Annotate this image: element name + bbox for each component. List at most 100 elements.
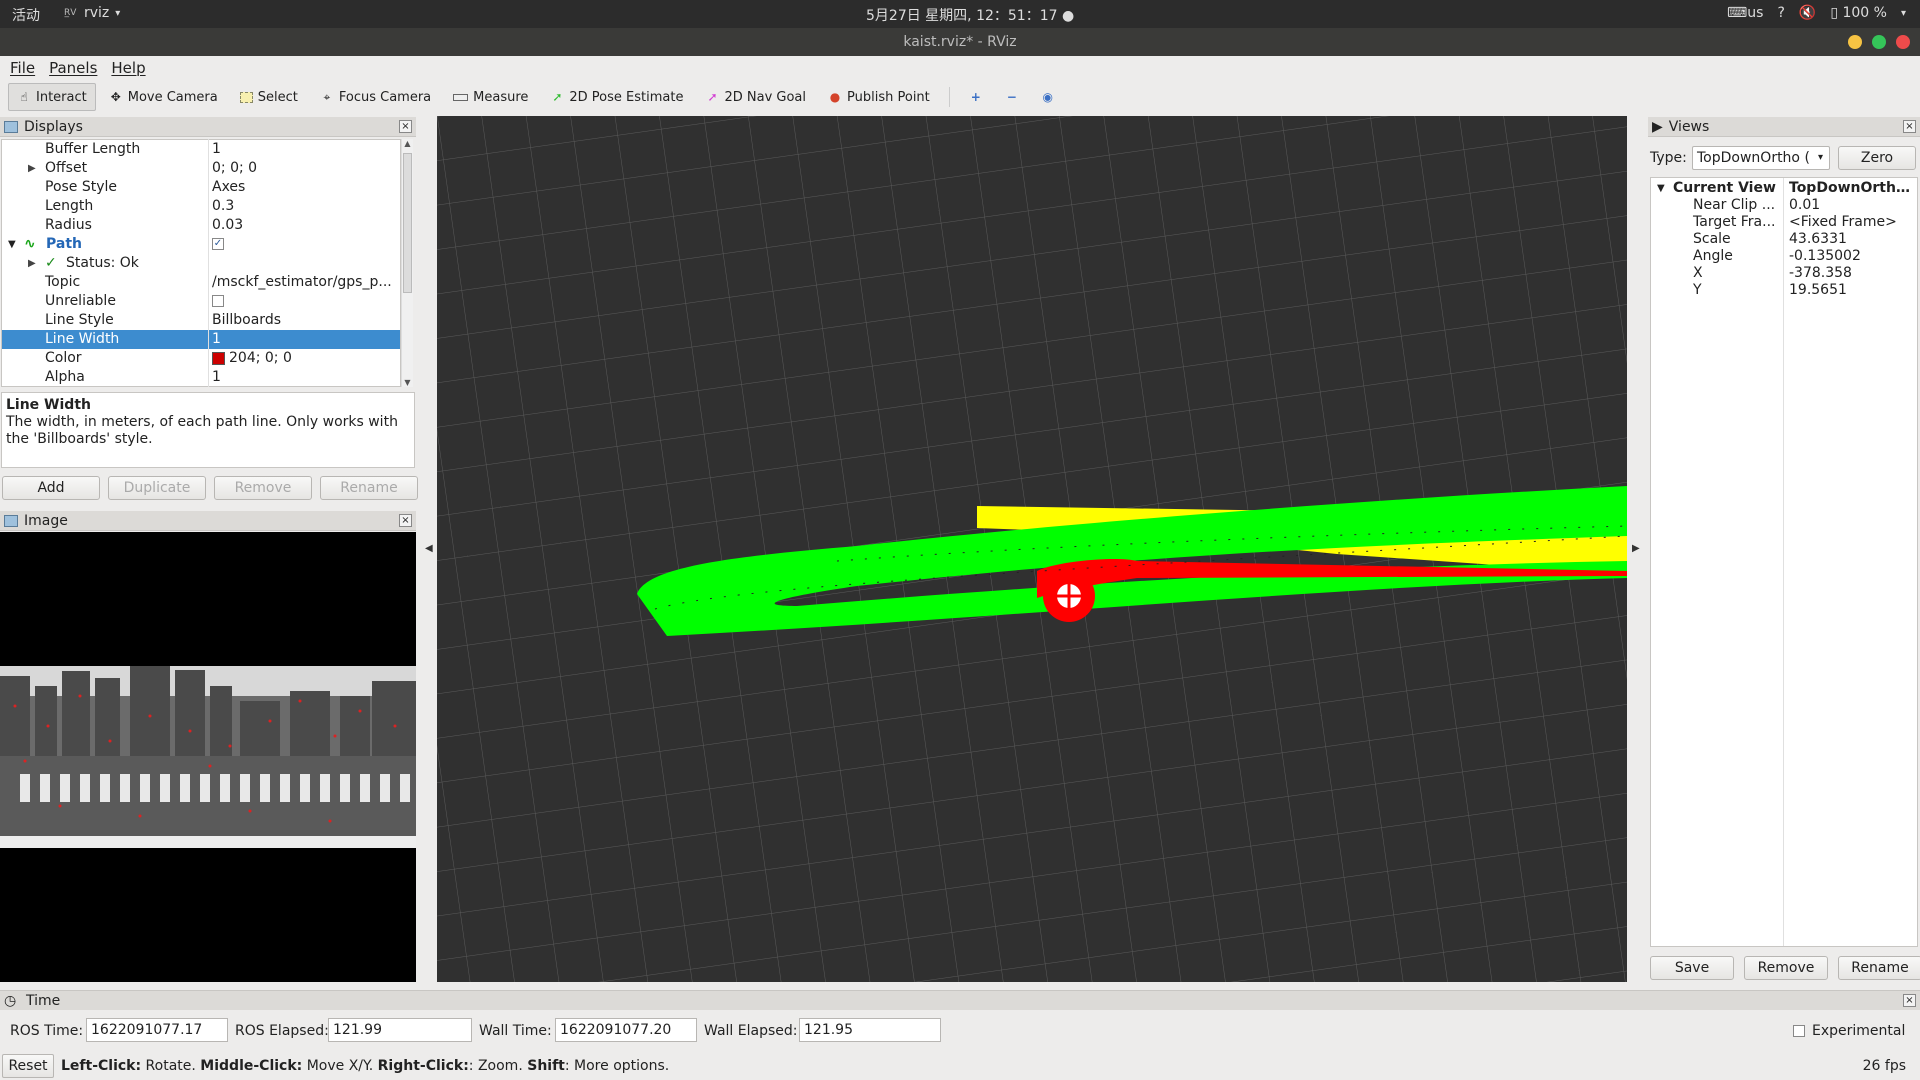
path-display-row[interactable]: ▼ ∿ Path ✓ — [2, 235, 400, 254]
ros-elapsed-field[interactable]: 121.99 — [328, 1018, 472, 1042]
checkbox-unchecked[interactable] — [212, 295, 224, 307]
property-value[interactable]: 1 — [212, 330, 392, 349]
menu-help[interactable]: Help — [111, 59, 145, 77]
reset-button[interactable]: Reset — [2, 1054, 54, 1078]
close-icon[interactable]: × — [399, 514, 412, 527]
property-row[interactable]: Topic/msckf_estimator/gps_p... — [2, 273, 400, 292]
3d-render-view[interactable] — [437, 116, 1627, 982]
view-value[interactable]: -0.135002 — [1789, 248, 1917, 265]
remove-tool-button[interactable]: − — [996, 83, 1028, 111]
move-camera-tool[interactable]: ✥ Move Camera — [100, 83, 227, 111]
view-row[interactable]: Scale 43.6331 — [1651, 231, 1919, 248]
view-value[interactable]: 43.6331 — [1789, 231, 1917, 248]
property-row[interactable]: Pose Style Axes — [2, 178, 400, 197]
publish-point-tool[interactable]: ● Publish Point — [819, 83, 939, 111]
app-menu[interactable]: R̲V rviz ▾ — [64, 5, 120, 21]
system-tray[interactable]: ⌨us ? 🔇 ▯ 100 % ▾ — [1727, 5, 1906, 21]
collapse-arrow-icon[interactable]: ▼ — [1657, 180, 1665, 197]
view-value[interactable]: 19.5651 — [1789, 282, 1917, 299]
activities-button[interactable]: 活动 — [12, 5, 40, 25]
menu-file[interactable]: File — [10, 59, 35, 77]
close-icon[interactable]: × — [1903, 994, 1916, 1007]
color-value[interactable]: 204; 0; 0 — [212, 349, 392, 368]
system-menu-chevron-icon[interactable]: ▾ — [1901, 8, 1906, 19]
remove-display-button[interactable]: Remove — [214, 476, 312, 500]
volume-muted-icon[interactable]: 🔇 — [1799, 5, 1816, 21]
minimize-button[interactable] — [1848, 35, 1862, 49]
rename-view-button[interactable]: Rename — [1838, 956, 1920, 980]
scrollbar-thumb[interactable] — [403, 153, 412, 293]
close-icon[interactable]: × — [1903, 120, 1916, 133]
status-row[interactable]: ▶ ✓ Status: Ok — [2, 254, 400, 273]
collapse-right-icon[interactable]: ▶ — [1632, 543, 1640, 554]
property-value[interactable]: 0.03 — [212, 216, 392, 235]
interact-tool[interactable]: ☝ Interact — [8, 83, 96, 111]
maximize-button[interactable] — [1872, 35, 1886, 49]
camera-type-button[interactable]: ◉ — [1032, 83, 1064, 111]
close-button[interactable] — [1896, 35, 1910, 49]
zero-button[interactable]: Zero — [1838, 146, 1916, 170]
ros-time-field[interactable]: 1622091077.17 — [86, 1018, 228, 1042]
add-tool-button[interactable]: + — [960, 83, 992, 111]
focus-camera-tool[interactable]: ⌖ Focus Camera — [311, 83, 440, 111]
property-row[interactable]: Radius 0.03 — [2, 216, 400, 235]
view-row[interactable]: Y 19.5651 — [1651, 282, 1919, 299]
property-row[interactable]: Alpha 1 — [2, 368, 400, 386]
expand-arrow-icon[interactable]: ▶ — [28, 159, 36, 178]
property-row[interactable]: ▶ Offset 0; 0; 0 — [2, 159, 400, 178]
help-icon[interactable]: ? — [1777, 5, 1784, 21]
expand-arrow-icon[interactable]: ▶ — [28, 254, 36, 273]
ruler-icon — [453, 93, 469, 101]
duplicate-display-button[interactable]: Duplicate — [108, 476, 206, 500]
add-display-button[interactable]: Add — [2, 476, 100, 500]
view-row[interactable]: X -378.358 — [1651, 265, 1919, 282]
displays-scrollbar[interactable]: ▲ ▼ — [401, 139, 413, 387]
clock[interactable]: 5月27日 星期四, 12：51：17 ● — [866, 5, 1074, 25]
menu-panels[interactable]: Panels — [49, 59, 97, 77]
property-row[interactable]: Color 204; 0; 0 — [2, 349, 400, 368]
unreliable-checkbox[interactable] — [212, 292, 392, 311]
wall-time-field[interactable]: 1622091077.20 — [555, 1018, 697, 1042]
scroll-up-icon[interactable]: ▲ — [402, 139, 413, 148]
remove-view-button[interactable]: Remove — [1744, 956, 1828, 980]
view-type-select[interactable]: TopDownOrtho (▾ — [1692, 146, 1830, 170]
topic-value[interactable]: /msckf_estimator/gps_p... — [212, 273, 392, 292]
keyboard-indicator[interactable]: ⌨us — [1727, 5, 1763, 21]
collapse-left-icon[interactable]: ◀ — [425, 543, 433, 554]
checkbox-checked[interactable]: ✓ — [212, 238, 224, 250]
close-icon[interactable]: × — [399, 120, 412, 133]
view-row[interactable]: Angle -0.135002 — [1651, 248, 1919, 265]
save-view-button[interactable]: Save — [1650, 956, 1734, 980]
rename-display-button[interactable]: Rename — [320, 476, 418, 500]
wall-elapsed-field[interactable]: 121.95 — [799, 1018, 941, 1042]
property-row-selected[interactable]: Line Width 1 — [2, 330, 400, 349]
property-value[interactable]: 1 — [212, 368, 392, 386]
property-row[interactable]: Buffer Length 1 — [2, 140, 400, 159]
property-value[interactable]: 0; 0; 0 — [212, 159, 392, 178]
battery-indicator[interactable]: ▯ 100 % — [1830, 5, 1887, 21]
property-value[interactable]: 1 — [212, 140, 392, 159]
property-row[interactable]: Unreliable — [2, 292, 400, 311]
view-row[interactable]: Target Fra... <Fixed Frame> — [1651, 214, 1919, 231]
view-value: TopDownOrtho ... — [1789, 180, 1917, 196]
nav-goal-tool[interactable]: ➚ 2D Nav Goal — [696, 83, 815, 111]
pose-estimate-tool[interactable]: ➚ 2D Pose Estimate — [541, 83, 692, 111]
property-value[interactable]: Billboards — [212, 311, 392, 330]
current-view-row[interactable]: ▼ Current View TopDownOrtho ... — [1651, 180, 1919, 197]
property-row[interactable]: Length 0.3 — [2, 197, 400, 216]
property-value[interactable]: 0.3 — [212, 197, 392, 216]
experimental-checkbox[interactable] — [1793, 1025, 1805, 1037]
property-value[interactable]: Axes — [212, 178, 392, 197]
displays-title: Displays — [24, 118, 83, 135]
path-enabled-checkbox[interactable]: ✓ — [212, 235, 392, 254]
view-value[interactable]: -378.358 — [1789, 265, 1917, 282]
view-value[interactable]: 0.01 — [1789, 197, 1917, 214]
measure-tool[interactable]: Measure — [444, 83, 537, 111]
scroll-down-icon[interactable]: ▼ — [402, 378, 413, 387]
middle-click-key: Middle-Click: — [200, 1058, 303, 1074]
view-value[interactable]: <Fixed Frame> — [1789, 214, 1917, 231]
view-row[interactable]: Near Clip ... 0.01 — [1651, 197, 1919, 214]
select-tool[interactable]: Select — [231, 83, 307, 111]
property-row[interactable]: Line Style Billboards — [2, 311, 400, 330]
collapse-arrow-icon[interactable]: ▼ — [8, 235, 16, 254]
